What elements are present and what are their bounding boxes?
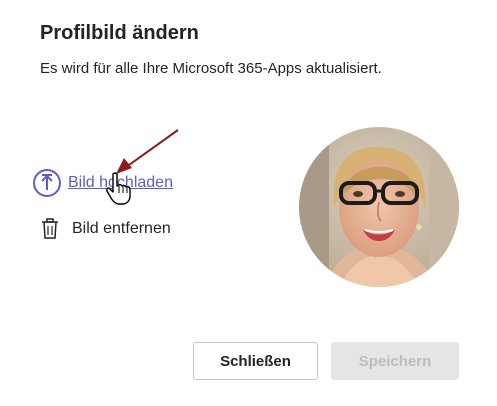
remove-image-action[interactable]: Bild entfernen	[32, 218, 171, 240]
page-subtitle: Es wird für alle Ihre Microsoft 365-Apps…	[40, 60, 382, 77]
page-title: Profilbild ändern	[40, 22, 199, 44]
close-button[interactable]: Schließen	[193, 342, 318, 380]
save-button[interactable]: Speichern	[331, 342, 459, 380]
annotation-arrow	[116, 129, 179, 174]
profile-avatar	[299, 127, 459, 287]
remove-image-label[interactable]: Bild entfernen	[72, 220, 171, 238]
trash-icon	[40, 218, 60, 240]
hand-pointer-icon	[106, 172, 131, 205]
upload-arrow-circle-icon	[32, 168, 62, 198]
